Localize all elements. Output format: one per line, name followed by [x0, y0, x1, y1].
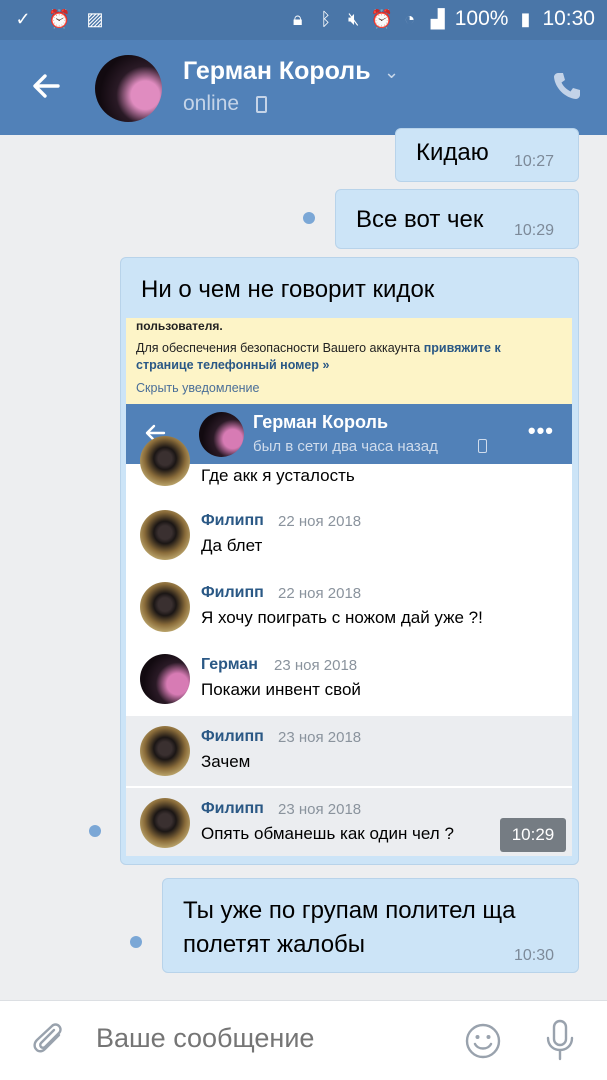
alarm-icon: ⏰ [370, 9, 394, 29]
list-item: Где акк я усталость [126, 436, 572, 500]
row-sender: Филипп [201, 800, 264, 817]
message-time: 10:29 [500, 818, 566, 852]
avatar [140, 726, 190, 776]
avatar [140, 582, 190, 632]
status-bar: ✓ ⏰ ▨ 🔒︎ ᛒ 🔇︎ ⏰ ◔ ▟ 100% ▮ 10:30 [0, 0, 607, 40]
embedded-contact-status: был в сети два часа назад [253, 438, 438, 455]
unread-dot [130, 936, 142, 948]
message-text-line-2: полетят жалобы [183, 931, 366, 958]
message-bubble[interactable]: Кидаю 10:27 [395, 128, 579, 182]
row-sender: Филипп [201, 512, 264, 529]
avatar [140, 654, 190, 704]
list-item: Филипп 23 ноя 2018 Зачем [126, 716, 572, 786]
security-notice: пользователя. Для обеспечения безопаснос… [126, 318, 572, 404]
row-text: Я хочу поиграть с ножом дай уже ?! [201, 608, 483, 627]
attached-screenshot[interactable]: пользователя. Для обеспечения безопаснос… [126, 318, 572, 856]
message-time: 10:29 [514, 222, 555, 239]
phone-call-icon[interactable] [551, 70, 583, 102]
row-date: 23 ноя 2018 [278, 729, 362, 746]
message-text: Все вот чек [356, 206, 484, 233]
wifi-icon: ◔ [404, 9, 416, 29]
microphone-icon[interactable] [540, 1018, 580, 1062]
row-sender: Филипп [201, 584, 264, 601]
row-text: Где акк я усталость [201, 466, 355, 485]
message-bubble[interactable]: Все вот чек 10:29 [335, 189, 579, 249]
row-date: 22 ноя 2018 [278, 513, 362, 530]
image-icon: ▨ [86, 9, 104, 29]
clock: 10:30 [542, 7, 595, 30]
message-text-line-1: Ты уже по групам полител ща [183, 897, 516, 924]
avatar [140, 510, 190, 560]
avatar [140, 436, 190, 486]
message-input-bar [0, 1000, 607, 1080]
notice-text: Для обеспечения безопасности Вашего акка… [136, 340, 556, 374]
avatar [140, 798, 190, 848]
message-time: 10:27 [514, 153, 555, 170]
row-text: Опять обманешь как один чел ? [201, 824, 454, 843]
chat-header: Герман Король ⌄ online [0, 40, 607, 135]
check-icon: ✓ [15, 9, 31, 29]
list-item: Филипп 22 ноя 2018 Я хочу поиграть с нож… [126, 572, 572, 644]
alarm-icon: ⏰ [48, 9, 71, 29]
row-date: 23 ноя 2018 [274, 657, 358, 674]
lock-icon: 🔒︎ [292, 9, 303, 29]
embedded-header: Герман Король был в сети два часа назад … [126, 404, 572, 464]
mobile-icon [256, 96, 267, 113]
message-input[interactable] [96, 1023, 426, 1054]
chevron-down-icon[interactable]: ⌄ [384, 62, 399, 83]
row-date: 23 ноя 2018 [278, 801, 362, 818]
battery-percent: 100% [454, 7, 509, 30]
message-text: Кидаю [416, 139, 489, 166]
list-item: Герман 23 ноя 2018 Покажи инвент свой [126, 644, 572, 716]
mute-icon: 🔇︎ [348, 9, 360, 29]
mobile-icon [478, 439, 487, 453]
signal-icon: ▟ [430, 9, 445, 29]
message-text: Ни о чем не говорит кидок [141, 276, 435, 303]
row-date: 22 ноя 2018 [278, 585, 362, 602]
paperclip-icon[interactable] [30, 1021, 70, 1061]
bluetooth-icon: ᛒ [320, 9, 332, 29]
embedded-contact-name: Герман Король [253, 412, 389, 432]
emoji-icon[interactable] [463, 1021, 503, 1061]
unread-dot [89, 825, 101, 837]
hide-notice-link[interactable]: Скрыть уведомление [136, 381, 260, 395]
message-bubble[interactable]: Ты уже по групам полител ща полетят жало… [162, 878, 579, 973]
row-text: Да блет [201, 536, 263, 555]
row-sender: Филипп [201, 728, 264, 745]
more-icon: ••• [527, 418, 554, 443]
unread-dot [303, 212, 315, 224]
avatar [199, 412, 244, 457]
row-text: Покажи инвент свой [201, 680, 361, 699]
row-sender: Герман [201, 656, 258, 673]
notice-title: пользователя. [136, 319, 223, 333]
row-text: Зачем [201, 752, 251, 771]
contact-name[interactable]: Герман Король [183, 57, 371, 86]
contact-status: online [183, 92, 240, 115]
battery-icon: ▮ [520, 9, 531, 29]
list-item: Филипп 22 ноя 2018 Да блет [126, 500, 572, 572]
notice-body: Для обеспечения безопасности Вашего акка… [136, 341, 421, 355]
avatar[interactable] [95, 55, 162, 122]
back-arrow-icon[interactable] [28, 68, 64, 104]
message-time: 10:30 [514, 947, 555, 964]
